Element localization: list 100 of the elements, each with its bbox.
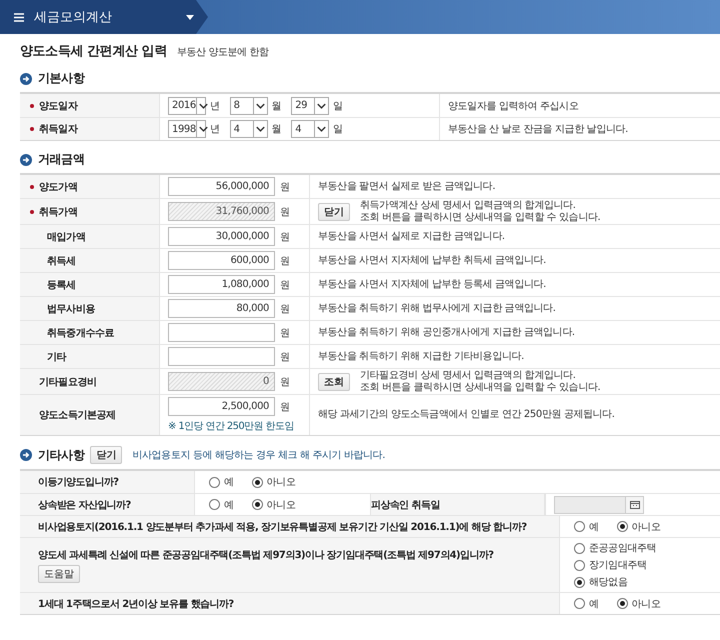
question-text: 상속받은 자산입니까? — [38, 498, 131, 512]
radio-button[interactable] — [574, 542, 585, 554]
field-label: 양도일자 — [39, 100, 78, 112]
unit-label: 원 — [280, 350, 290, 364]
field-label: 양도소득기본공제 — [39, 409, 116, 422]
close-button[interactable]: 닫기 — [90, 446, 122, 464]
radio-option[interactable]: 준공공임대주택 — [574, 541, 656, 555]
date-field[interactable] — [554, 496, 644, 514]
dropdown[interactable]: 4 — [230, 120, 268, 138]
field-label: 취득세 — [47, 254, 76, 268]
question-text: 1세대 1주택으로서 2년이상 보유를 했습니까? — [38, 598, 234, 610]
unit-label: 일 — [333, 100, 343, 112]
dropdown[interactable]: 8 — [230, 96, 268, 114]
menu-icon — [14, 12, 24, 22]
field-note: 조회 버튼을 클릭하시면 상세내역을 입력할 수 있습니다. — [360, 212, 600, 224]
field-label: 기타필요경비 — [39, 376, 97, 388]
arrow-circle-icon — [20, 449, 32, 461]
field-label: 양도가액 — [39, 180, 78, 194]
unit-label: 년 — [210, 100, 220, 112]
dropdown[interactable]: 1998 — [168, 120, 206, 138]
menu-dropdown[interactable]: 세금모의계산 — [0, 0, 208, 34]
radio-option[interactable]: 해당없음 — [574, 575, 656, 589]
radio-button[interactable] — [616, 521, 628, 532]
unit-label: 원 — [280, 180, 290, 194]
radio-button[interactable] — [574, 576, 585, 588]
unit-label: 원 — [280, 302, 290, 316]
unit-label: 원 — [280, 254, 290, 268]
unit-label: 원 — [280, 206, 290, 218]
field-note: 양도일자를 입력하여 주십시오 — [448, 100, 578, 112]
radio-button[interactable] — [574, 521, 585, 532]
dropdown[interactable]: 2016 — [168, 96, 206, 114]
field-label: 취득일자 — [39, 123, 78, 136]
field-label: 매입가액 — [47, 230, 86, 244]
field-label: 등록세 — [47, 278, 76, 292]
unit-label: 월 — [272, 100, 282, 112]
caret-icon — [186, 14, 194, 20]
field-note: 부동산을 사면서 지자체에 납부한 등록세 금액입니다. — [318, 278, 546, 290]
page-subtitle: 부동산 양도분에 한함 — [176, 46, 269, 59]
radio-button[interactable] — [616, 598, 628, 609]
chevron-down-icon[interactable] — [252, 121, 267, 137]
field-note: 부동산을 취득하기 위해 법무사에게 지급한 금액입니다. — [318, 302, 556, 314]
field-note: 기타필요경비 상세 명세서 입력금액의 합계입니다. — [360, 370, 576, 382]
amount-field: 31,760,000 — [168, 202, 275, 221]
dropdown[interactable]: 4 — [291, 120, 330, 138]
question-text: 이등기양도입니까? — [38, 476, 118, 489]
limit-hint: ※ 1인당 연간 250만원 한도임 — [168, 420, 294, 433]
unit-label: 원 — [280, 230, 290, 244]
radio-button[interactable] — [252, 499, 263, 510]
amount-field[interactable]: 56,000,000 — [168, 177, 275, 196]
unit-label: 원 — [280, 326, 290, 340]
unit-label: 일 — [333, 123, 343, 136]
page-title: 양도소득세 간편계산 입력 — [20, 43, 167, 60]
radio-button[interactable] — [574, 560, 585, 570]
chevron-down-icon[interactable] — [314, 98, 328, 114]
radio-option[interactable]: 아니오 — [616, 520, 660, 534]
radio-option[interactable]: 예 — [209, 498, 234, 512]
unit-label: 원 — [280, 278, 290, 292]
arrow-circle-icon — [20, 72, 32, 84]
unit-label: 년 — [210, 123, 220, 136]
field-label: 법무사비용 — [47, 302, 96, 316]
radio-option[interactable]: 아니오 — [616, 596, 660, 610]
radio-option[interactable]: 예 — [209, 475, 234, 489]
section-title: 기본사항 — [38, 70, 84, 87]
field-label: 기타 — [47, 350, 66, 364]
field-note: 부동산을 산 날로 잔금을 지급한 날입니다. — [448, 123, 628, 136]
chevron-down-icon[interactable] — [196, 121, 210, 137]
unit-label: 원 — [280, 400, 290, 414]
field-note: 부동산을 사면서 실제로 지급한 금액입니다. — [318, 230, 505, 242]
help-button[interactable]: 도움말 — [38, 564, 80, 582]
field-note: 해당 과세기간의 양도소득금액에서 인별로 연간 250만원 공제됩니다. — [318, 409, 615, 421]
section-title: 기타사항 — [38, 446, 84, 464]
chevron-down-icon[interactable] — [196, 98, 210, 114]
radio-button[interactable] — [209, 476, 220, 488]
question-text: 비사업용토지(2016.1.1 양도분부터 추가과세 적용, 장기보유특별공제 보유기간 기산일 2016.1.1)에 해당 합니까? — [38, 520, 527, 534]
field-note: 취득가액계산 상세 명세서 입력금액의 합계입니다. — [360, 200, 576, 212]
field-note: 조회 버튼을 클릭하시면 상세내역을 입력할 수 있습니다. — [360, 382, 600, 394]
section-title: 거래금액 — [38, 151, 84, 168]
field-note: 부동산을 취득하기 위해 공인중개사에게 지급한 금액입니다. — [318, 326, 575, 338]
chevron-down-icon[interactable] — [314, 121, 328, 137]
radio-option[interactable]: 아니오 — [252, 498, 296, 512]
radio-option[interactable]: 예 — [574, 596, 599, 610]
chevron-down-icon[interactable] — [252, 98, 267, 114]
unit-label: 월 — [272, 123, 282, 136]
calendar-icon — [630, 500, 640, 508]
field-label: 취득중개수수료 — [47, 326, 114, 340]
radio-button[interactable] — [574, 598, 585, 609]
field-note: 부동산을 팔면서 실제로 받은 금액입니다. — [318, 180, 496, 192]
calendar-button[interactable] — [625, 496, 643, 512]
field-note: 부동산을 취득하기 위해 지급한 기타비용입니다. — [318, 350, 524, 362]
amount-field[interactable]: 2,500,000 — [168, 397, 275, 416]
arrow-circle-icon — [20, 154, 32, 166]
dropdown[interactable]: 29 — [291, 96, 330, 114]
question-text: 양도세 과세특례 신설에 따른 준공공임대주택(조특법 제97의3)이나 장기임대주택(조특법 제97의4)입니까? — [38, 548, 494, 562]
field-label: 피상속인 취득일 — [371, 498, 440, 512]
radio-option[interactable]: 예 — [574, 520, 599, 534]
radio-option[interactable]: 장기임대주택 — [574, 558, 656, 572]
radio-option[interactable]: 아니오 — [252, 475, 296, 489]
radio-button[interactable] — [252, 476, 263, 488]
radio-button[interactable] — [209, 499, 220, 510]
unit-label: 원 — [280, 376, 290, 388]
